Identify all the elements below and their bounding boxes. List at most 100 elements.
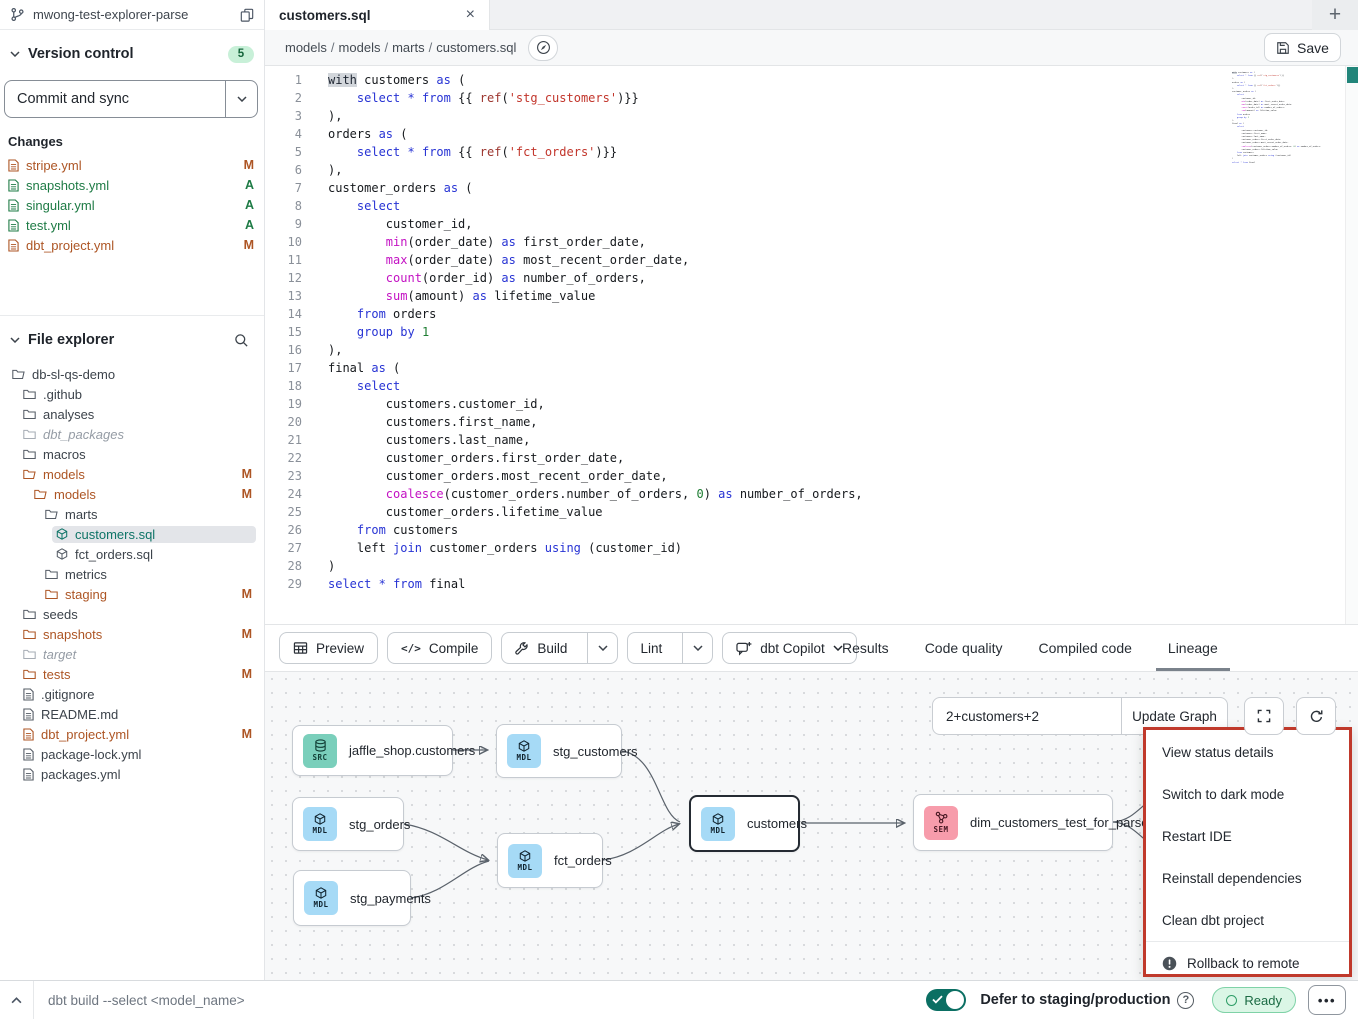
line-number: 2 <box>265 89 302 107</box>
menu-item-rollback-to-remote[interactable]: Rollback to remote <box>1146 942 1349 980</box>
tree-item-readme-md[interactable]: README.md <box>0 704 264 724</box>
menu-item-view-status-details[interactable]: View status details <box>1146 731 1349 773</box>
line-number: 6 <box>265 161 302 179</box>
copy-branch-icon[interactable] <box>240 8 254 22</box>
collapse-panel-chevron-up-icon[interactable] <box>0 981 34 1019</box>
tab-results[interactable]: Results <box>840 625 891 671</box>
commit-options-chevron[interactable] <box>225 81 257 117</box>
editor-scrollbar[interactable] <box>1345 66 1358 624</box>
lineage-node-stg-payments[interactable]: MDLstg_payments <box>293 870 411 926</box>
file-icon <box>8 239 19 252</box>
menu-item-clean-dbt-project[interactable]: Clean dbt project <box>1146 899 1349 941</box>
command-input[interactable]: dbt build --select <model_name> <box>48 993 245 1008</box>
help-icon[interactable]: ? <box>1177 992 1194 1009</box>
tree-item-target[interactable]: target <box>0 644 264 664</box>
file-explorer-header[interactable]: File explorer <box>10 328 254 352</box>
build-options-chevron[interactable] <box>587 633 617 663</box>
save-icon <box>1276 41 1290 55</box>
tree-item-packages-yml[interactable]: packages.yml <box>0 764 264 784</box>
compile-button[interactable]: </> Compile <box>387 632 492 664</box>
node-label: dim_customers_test_for_parse <box>970 815 1160 830</box>
change-file-test-yml[interactable]: test.ymlA <box>0 215 264 235</box>
tree-item-tests[interactable]: testsM <box>0 664 264 684</box>
change-file-stripe-yml[interactable]: stripe.ymlM <box>0 155 264 175</box>
lineage-node-fct-orders[interactable]: MDLfct_orders <box>497 833 603 888</box>
code-editor[interactable]: 1with customers as (2 select * from {{ r… <box>265 66 1358 624</box>
tree-item-macros[interactable]: macros <box>0 444 264 464</box>
model-badge-icon: MDL <box>508 844 542 878</box>
fullscreen-icon[interactable] <box>1244 697 1284 735</box>
commit-and-sync-label[interactable]: Commit and sync <box>5 81 225 117</box>
defer-toggle[interactable] <box>926 989 966 1011</box>
menu-item-switch-to-dark-mode[interactable]: Switch to dark mode <box>1146 773 1349 815</box>
tree-item-dbt-project-yml[interactable]: dbt_project.ymlM <box>0 724 264 744</box>
version-control-header[interactable]: Version control 5 <box>10 42 254 66</box>
tab-code-quality[interactable]: Code quality <box>923 625 1005 671</box>
lineage-node-stg-orders[interactable]: MDLstg_orders <box>292 797 404 851</box>
tree-item-analyses[interactable]: analyses <box>0 404 264 424</box>
tree-item-gitignore[interactable]: .gitignore <box>0 684 264 704</box>
context-menu: View status detailsSwitch to dark modeRe… <box>1143 727 1352 977</box>
code-line: 24 coalesce(customer_orders.number_of_or… <box>265 485 863 503</box>
tree-item-package-lock-yml[interactable]: package-lock.yml <box>0 744 264 764</box>
tab-customers-sql[interactable]: customers.sql × <box>265 0 490 30</box>
lint-button[interactable]: Lint <box>628 633 674 663</box>
tree-item-marts[interactable]: marts <box>0 504 264 524</box>
code-line: 7customer_orders as ( <box>265 179 863 197</box>
tree-item-fct-orders-sql[interactable]: fct_orders.sql <box>0 544 264 564</box>
tree-item-staging[interactable]: stagingM <box>0 584 264 604</box>
tree-item-metrics[interactable]: metrics <box>0 564 264 584</box>
lineage-node-customers[interactable]: MDLcustomers <box>689 795 800 852</box>
refresh-icon[interactable] <box>1296 697 1336 735</box>
menu-item-restart-ide[interactable]: Restart IDE <box>1146 815 1349 857</box>
line-number: 13 <box>265 287 302 305</box>
search-icon[interactable] <box>228 332 254 349</box>
minimap[interactable]: with customers as ( select * from {{ ref… <box>1232 72 1296 165</box>
menu-item-reinstall-dependencies[interactable]: Reinstall dependencies <box>1146 857 1349 899</box>
tab-lineage[interactable]: Lineage <box>1166 625 1220 671</box>
tree-item-customers-sql[interactable]: customers.sql <box>0 524 264 544</box>
line-number: 20 <box>265 413 302 431</box>
change-file-snapshots-yml[interactable]: snapshots.ymlA <box>0 175 264 195</box>
build-button[interactable]: Build <box>502 633 579 663</box>
lineage-node-dim-customers-test-for-parse[interactable]: SEMdim_customers_test_for_parse <box>913 794 1113 851</box>
breadcrumb-segment-models[interactable]: models <box>285 40 327 55</box>
scrollbar-thumb[interactable] <box>1347 67 1358 83</box>
tree-item-github[interactable]: .github <box>0 384 264 404</box>
breadcrumb-segment-models[interactable]: models <box>339 40 381 55</box>
dbt-copilot-button[interactable]: dbt Copilot <box>722 632 857 664</box>
file-icon <box>8 159 19 172</box>
status-badge[interactable]: Ready <box>1212 987 1296 1013</box>
new-tab-button[interactable]: + <box>1312 0 1358 30</box>
explore-compass-icon[interactable] <box>528 35 558 61</box>
close-tab-icon[interactable]: × <box>466 7 475 23</box>
lint-options-chevron[interactable] <box>682 633 712 663</box>
save-button[interactable]: Save <box>1264 33 1341 62</box>
tab-compiled-code[interactable]: Compiled code <box>1037 625 1134 671</box>
change-file-dbt-project-yml[interactable]: dbt_project.ymlM <box>0 235 264 255</box>
breadcrumb-segment-customers-sql[interactable]: customers.sql <box>436 40 516 55</box>
tree-item-models[interactable]: modelsM <box>0 484 264 504</box>
model-badge-icon: MDL <box>304 881 338 915</box>
tree-item-snapshots[interactable]: snapshotsM <box>0 624 264 644</box>
more-options-button[interactable]: ••• <box>1308 985 1346 1015</box>
breadcrumb-segment-marts[interactable]: marts <box>392 40 425 55</box>
build-label: Build <box>537 641 567 656</box>
tree-item-label: db-sl-qs-demo <box>32 367 115 382</box>
change-file-singular-yml[interactable]: singular.ymlA <box>0 195 264 215</box>
tree-item-dbt-packages[interactable]: dbt_packages <box>0 424 264 444</box>
lineage-panel[interactable]: SRCjaffle_shop.customers MDLstg_customers… <box>265 672 1358 980</box>
preview-button[interactable]: Preview <box>279 632 378 664</box>
lineage-selector-input[interactable]: 2+customers+2 <box>933 698 1121 734</box>
main-area: customers.sql × + models/models/marts/cu… <box>265 0 1358 980</box>
tree-item-seeds[interactable]: seeds <box>0 604 264 624</box>
folder-icon <box>23 388 36 400</box>
model-badge-icon: MDL <box>701 807 735 841</box>
lineage-node-stg-customers[interactable]: MDLstg_customers <box>496 724 622 778</box>
tree-item-db-sl-qs-demo[interactable]: db-sl-qs-demo <box>0 364 264 384</box>
tree-item-label: seeds <box>43 607 78 622</box>
ready-label: Ready <box>1244 993 1282 1008</box>
tree-item-models[interactable]: modelsM <box>0 464 264 484</box>
branch-row: mwong-test-explorer-parse <box>0 0 264 30</box>
lineage-node-jaffle-shop-customers[interactable]: SRCjaffle_shop.customers <box>292 725 453 776</box>
